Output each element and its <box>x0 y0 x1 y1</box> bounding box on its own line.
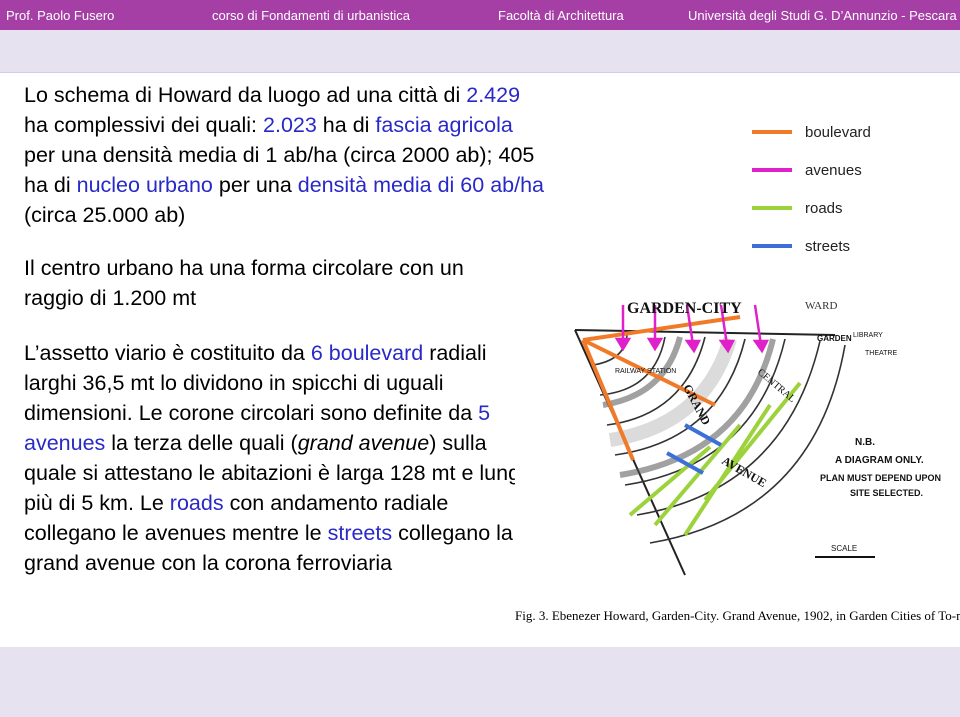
diagram-note-diagram: A DIAGRAM ONLY. <box>835 455 924 466</box>
paragraph-road-system: L’assetto viario è costituito da 6 boule… <box>24 341 532 575</box>
diagram-note-site: SITE SELECTED. <box>850 488 923 498</box>
diagram-title: GARDEN-CITY <box>627 300 742 317</box>
legend-line-boulevard <box>752 130 792 134</box>
header-university: Università degli Studi G. D’Annunzio - P… <box>688 8 957 23</box>
bottom-band <box>0 647 960 717</box>
diagram-garden-label: GARDEN <box>817 334 852 343</box>
legend-line-streets <box>752 244 792 248</box>
diagram-scale-label: SCALE <box>831 544 857 553</box>
paragraph-urban-center: Il centro urbano ha una forma circolare … <box>24 256 464 310</box>
garden-city-diagram: GARDEN-CITY WARD GRAND AVENUE CENTRAL RA… <box>515 275 960 605</box>
diagram-theatre-label: THEATRE <box>865 350 897 357</box>
legend-line-avenues <box>752 168 792 172</box>
slide-header: Prof. Paolo Fusero corso di Fondamenti d… <box>0 0 960 30</box>
diagram-library-label: LIBRARY <box>853 332 883 339</box>
figure-caption: Fig. 3. Ebenezer Howard, Garden-City. Gr… <box>515 608 960 623</box>
top-band <box>0 30 960 73</box>
header-course: corso di Fondamenti di urbanistica <box>212 8 410 23</box>
diagram-note-plan: PLAN MUST DEPEND UPON <box>820 473 941 483</box>
diagram-note-nb: N.B. <box>855 437 875 448</box>
header-faculty: Facoltà di Architettura <box>498 8 624 23</box>
legend-line-roads <box>752 206 792 210</box>
paragraph-city-size: Lo schema di Howard da luogo ad una citt… <box>24 83 544 227</box>
header-author: Prof. Paolo Fusero <box>6 8 115 23</box>
diagram-station-label: RAILWAY STATION <box>615 368 676 375</box>
diagram-ward-label: WARD <box>805 300 837 312</box>
